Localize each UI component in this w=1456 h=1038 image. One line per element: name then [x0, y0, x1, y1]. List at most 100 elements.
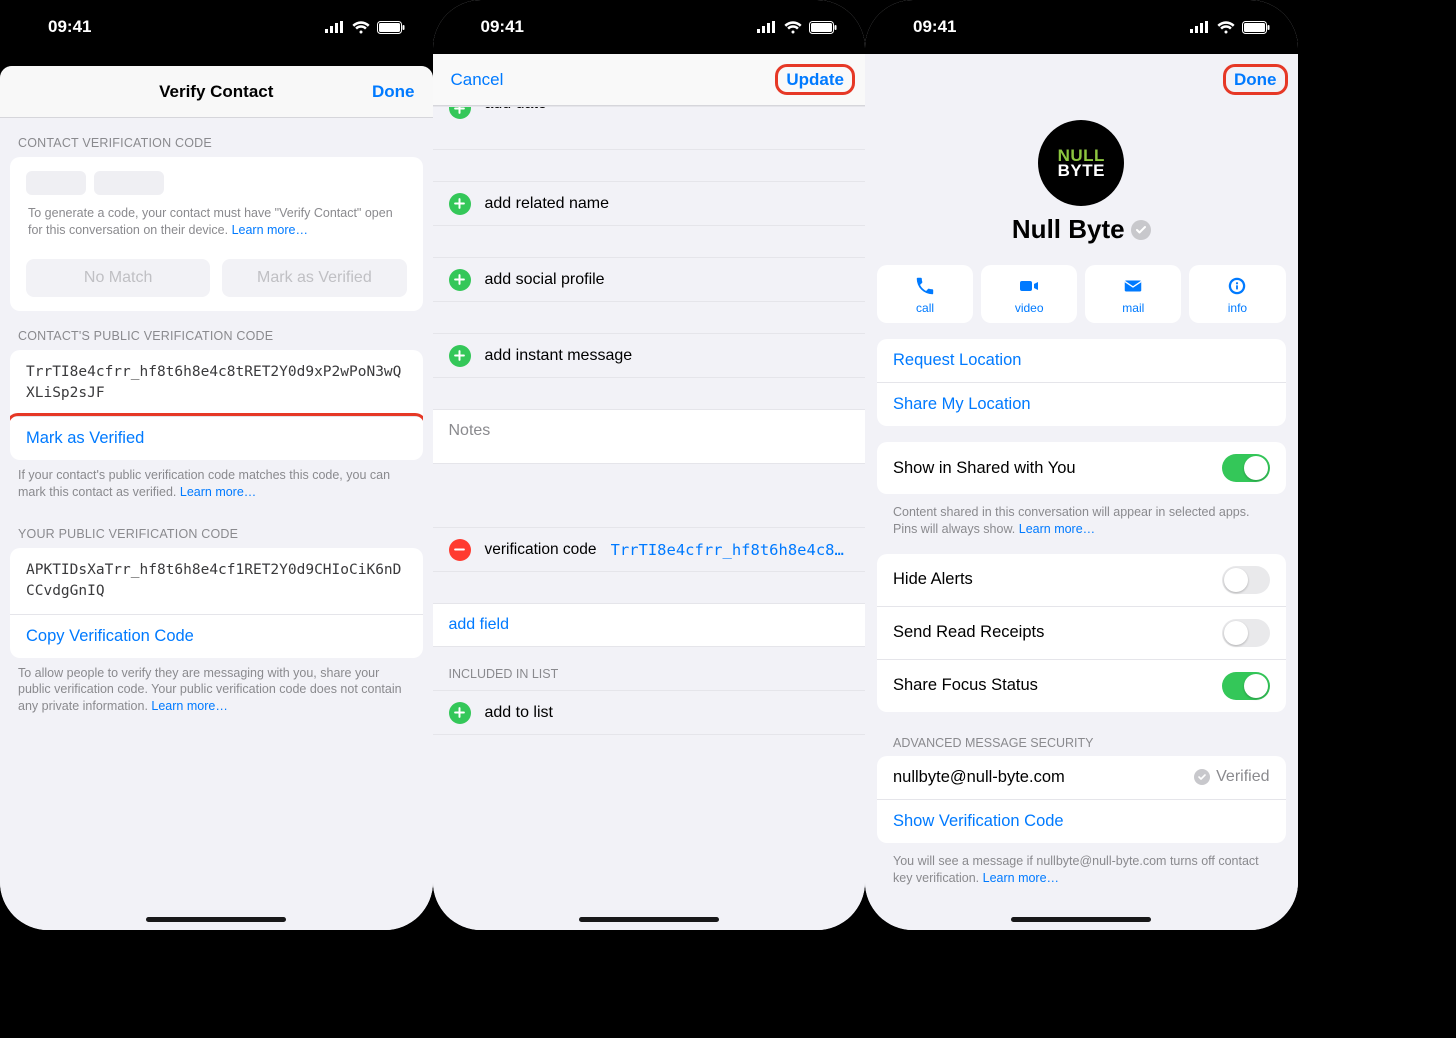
- learn-more-link[interactable]: Learn more…: [983, 871, 1059, 885]
- battery-icon: [1242, 21, 1270, 34]
- battery-icon: [377, 21, 405, 34]
- home-indicator: [146, 917, 286, 922]
- mail-action[interactable]: mail: [1085, 265, 1181, 323]
- notes-field[interactable]: Notes: [433, 410, 866, 464]
- copy-verification-code-link[interactable]: Copy Verification Code: [10, 614, 423, 658]
- share-location-link[interactable]: Share My Location: [877, 382, 1286, 426]
- learn-more-link[interactable]: Learn more…: [180, 485, 256, 499]
- plus-icon: [449, 269, 471, 291]
- status-right: [757, 21, 837, 34]
- learn-more-link[interactable]: Learn more…: [1019, 522, 1095, 536]
- field-value[interactable]: TrrTI8e4cfrr_hf8t6h8e4c8tRE…: [611, 541, 849, 559]
- hide-alerts-switch[interactable]: [1222, 566, 1270, 594]
- alerts-card: Hide Alerts Send Read Receipts Share Foc…: [877, 554, 1286, 712]
- no-match-button[interactable]: No Match: [26, 259, 210, 297]
- section-footer: To generate a code, your contact must ha…: [10, 203, 423, 247]
- action-grid: call video mail info: [865, 251, 1298, 339]
- wifi-icon: [1217, 21, 1235, 34]
- plus-icon: [449, 106, 471, 119]
- add-field-link[interactable]: add field: [433, 604, 866, 647]
- plus-icon: [449, 345, 471, 367]
- section-footer: If your contact's public verification co…: [0, 460, 433, 509]
- section-footer: You will see a message if nullbyte@null-…: [877, 847, 1286, 889]
- cancel-button[interactable]: Cancel: [451, 70, 504, 90]
- status-time: 09:41: [913, 17, 956, 37]
- update-button[interactable]: Update: [783, 70, 847, 90]
- home-indicator: [1011, 917, 1151, 922]
- add-date-row[interactable]: add date: [433, 106, 866, 150]
- status-time: 09:41: [481, 17, 524, 37]
- contact-public-code: TrrTI8e4cfrr_hf8t6h8e4c8tRET2Y0d9xP2wPoN…: [10, 350, 423, 416]
- contact-name: Null Byte: [1012, 214, 1151, 245]
- status-right: [1190, 21, 1270, 34]
- show-shared-row: Show in Shared with You: [877, 442, 1286, 494]
- section-header: CONTACT'S PUBLIC VERIFICATION CODE: [0, 311, 433, 350]
- video-icon: [1017, 274, 1041, 298]
- video-action[interactable]: video: [981, 265, 1077, 323]
- add-social-profile-row[interactable]: add social profile: [433, 258, 866, 302]
- wifi-icon: [352, 21, 370, 34]
- section-footer: To allow people to verify they are messa…: [0, 658, 433, 724]
- location-card: Request Location Share My Location: [877, 339, 1286, 426]
- page-title: Verify Contact: [0, 82, 433, 102]
- home-indicator: [579, 917, 719, 922]
- verified-pill: Verified: [1194, 768, 1269, 786]
- section-footer: Content shared in this conversation will…: [877, 498, 1286, 540]
- battery-icon: [809, 21, 837, 34]
- shared-with-you-card: Show in Shared with You: [877, 442, 1286, 494]
- done-button[interactable]: Done: [1231, 70, 1280, 90]
- cellular-icon: [1190, 21, 1210, 33]
- show-shared-switch[interactable]: [1222, 454, 1270, 482]
- info-action[interactable]: info: [1189, 265, 1285, 323]
- mark-as-verified-link[interactable]: Mark as Verified: [10, 416, 423, 460]
- add-to-list-row[interactable]: add to list: [433, 691, 866, 735]
- add-related-name-row[interactable]: add related name: [433, 182, 866, 226]
- navbar-verify: Verify Contact Done: [0, 66, 433, 118]
- show-verification-code-link[interactable]: Show Verification Code: [877, 799, 1286, 843]
- mail-icon: [1122, 274, 1144, 298]
- add-instant-message-row[interactable]: add instant message: [433, 334, 866, 378]
- navbar-contact: Done: [865, 54, 1298, 106]
- avatar-block: NULLBYTE Null Byte: [865, 106, 1298, 251]
- minus-icon[interactable]: [449, 539, 471, 561]
- hide-alerts-row: Hide Alerts: [877, 554, 1286, 606]
- avatar[interactable]: NULLBYTE: [1038, 120, 1124, 206]
- navbar-edit: Cancel Update: [433, 54, 866, 106]
- info-icon: [1226, 274, 1248, 298]
- done-button[interactable]: Done: [372, 82, 415, 102]
- status-bar: 09:41: [433, 0, 866, 54]
- your-code-card: APKTIDsXaTrr_hf8t6h8e4cf1RET2Y0d9CHIoCiK…: [10, 548, 423, 658]
- section-header: ADVANCED MESSAGE SECURITY: [877, 728, 1286, 756]
- learn-more-link[interactable]: Learn more…: [232, 223, 308, 237]
- list-section-header: INCLUDED IN LIST: [433, 647, 866, 691]
- mark-verified-button-disabled[interactable]: Mark as Verified: [222, 259, 406, 297]
- phone-icon: [914, 274, 936, 298]
- cellular-icon: [325, 21, 345, 33]
- share-focus-switch[interactable]: [1222, 672, 1270, 700]
- learn-more-link[interactable]: Learn more…: [151, 699, 227, 713]
- verified-badge-icon: [1131, 220, 1151, 240]
- plus-icon: [449, 193, 471, 215]
- request-location-link[interactable]: Request Location: [877, 339, 1286, 382]
- share-focus-row: Share Focus Status: [877, 659, 1286, 712]
- section-header: YOUR PUBLIC VERIFICATION CODE: [0, 509, 433, 548]
- status-right: [325, 21, 405, 34]
- account-row[interactable]: nullbyte@null-byte.com Verified: [877, 756, 1286, 799]
- verification-code-row[interactable]: verification code TrrTI8e4cfrr_hf8t6h8e4…: [433, 528, 866, 572]
- status-bar: 09:41: [0, 0, 433, 54]
- verification-code-card: To generate a code, your contact must ha…: [10, 157, 423, 311]
- plus-icon: [449, 702, 471, 724]
- field-key: verification code: [485, 541, 597, 559]
- code-placeholder: [10, 157, 423, 203]
- section-header: CONTACT VERIFICATION CODE: [0, 118, 433, 157]
- contact-code-card: TrrTI8e4cfrr_hf8t6h8e4c8tRET2Y0d9xP2wPoN…: [10, 350, 423, 460]
- send-receipts-switch[interactable]: [1222, 619, 1270, 647]
- your-public-code: APKTIDsXaTrr_hf8t6h8e4cf1RET2Y0d9CHIoCiK…: [10, 548, 423, 614]
- advanced-security-card: nullbyte@null-byte.com Verified Show Ver…: [877, 756, 1286, 843]
- call-action[interactable]: call: [877, 265, 973, 323]
- status-time: 09:41: [48, 17, 91, 37]
- status-bar: 09:41: [865, 0, 1298, 54]
- send-receipts-row: Send Read Receipts: [877, 606, 1286, 659]
- wifi-icon: [784, 21, 802, 34]
- verified-check-icon: [1194, 769, 1210, 785]
